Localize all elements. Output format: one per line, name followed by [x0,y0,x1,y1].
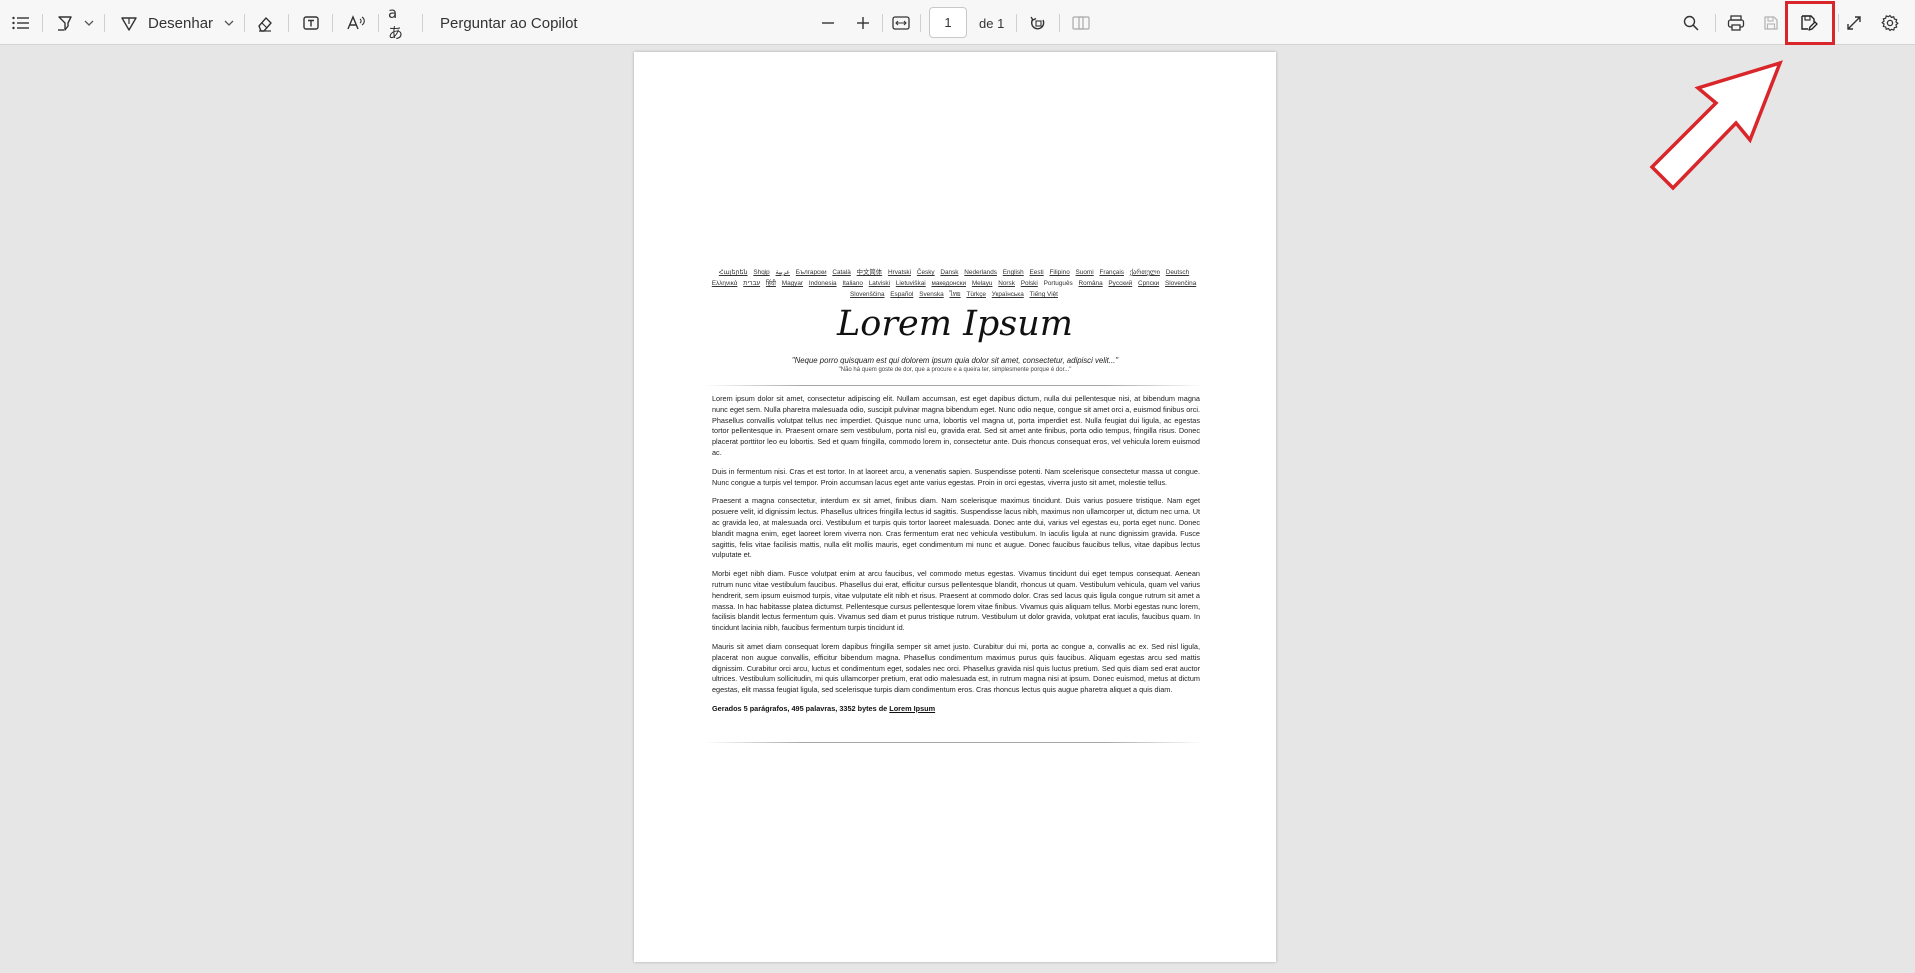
chevron-down-icon[interactable] [82,10,96,36]
divider [704,385,1204,386]
toolbar-divider [332,14,333,32]
lorem-ipsum-link[interactable]: Lorem Ipsum [889,704,935,713]
language-link[interactable]: Polski [1021,280,1038,287]
language-link[interactable]: Italiano [842,280,863,287]
language-link[interactable]: Indonesia [809,280,837,287]
language-link[interactable]: 中文简体 [857,269,883,276]
language-link: Português [1043,280,1073,287]
language-link[interactable]: Eesti [1030,269,1044,276]
toolbar-divider [378,14,379,32]
language-link[interactable]: Български [796,269,827,276]
draw-icon [120,14,138,32]
draw-chevron-down-icon[interactable] [222,10,236,36]
divider [704,742,1204,743]
language-link[interactable]: Latviski [869,280,890,287]
print-icon[interactable] [1725,10,1747,36]
language-link[interactable]: Српски [1138,280,1159,287]
language-link[interactable]: Česky [917,269,935,276]
language-link[interactable]: Pyccкий [1108,280,1132,287]
language-link[interactable]: English [1003,269,1024,276]
save-as-highlight-box [1785,1,1835,45]
language-link[interactable]: Slovenčina [1165,280,1196,287]
document-title: Lorem Ipsum [837,304,1073,344]
generated-summary: Gerados 5 parágrafos, 495 palavras, 3352… [712,704,1200,715]
toolbar-divider [288,14,289,32]
language-link[interactable]: Deutsch [1166,269,1189,276]
language-link[interactable]: ไทย [949,291,960,298]
language-link[interactable]: Ελληνικά [712,280,738,287]
language-link[interactable]: Հայերեն [719,269,748,276]
language-link[interactable]: Español [890,291,913,298]
annotation-arrow [1649,60,1783,191]
rotate-icon[interactable] [1027,10,1049,36]
language-link[interactable]: Suomi [1076,269,1094,276]
toolbar-divider [1715,14,1716,32]
language-link[interactable]: Filipino [1050,269,1070,276]
read-aloud-icon[interactable] [344,10,368,36]
toolbar-divider [244,14,245,32]
fit-page-icon[interactable] [890,10,912,36]
search-icon[interactable] [1680,10,1702,36]
language-link[interactable]: עברית [743,280,760,287]
language-link[interactable]: हिंदी [766,280,776,287]
language-link[interactable]: Svenska [919,291,944,298]
settings-icon[interactable] [1879,10,1901,36]
language-link[interactable]: Magyar [782,280,803,287]
language-link[interactable]: Hrvatski [888,269,911,276]
page-count-label: de 1 [979,16,1005,31]
toolbar-divider [1059,14,1060,32]
language-link[interactable]: ქართული [1130,269,1160,276]
highlight-icon[interactable] [54,10,76,36]
generated-summary-text: Gerados 5 parágrafos, 495 palavras, 3352… [712,703,888,713]
paragraph: Morbi eget nibh diam. Fusce volutpat eni… [712,569,1200,633]
toolbar-divider [920,14,921,32]
paragraph: Mauris sit amet diam consequat lorem dap… [712,641,1200,695]
document-quote: "Neque porro quisquam est qui dolorem ip… [791,356,1119,365]
language-link[interactable]: Slovenščina [850,291,884,298]
language-link[interactable]: Româna [1078,280,1102,287]
language-link[interactable]: Melayu [972,280,993,287]
translate-icon[interactable]: aあ [388,4,412,42]
language-link[interactable]: Norsk [998,280,1015,287]
language-link[interactable]: Lietuviškai [896,280,926,287]
toolbar-divider [882,14,883,32]
draw-label: Desenhar [148,14,214,32]
page-number-input[interactable] [929,7,967,38]
document-body: Lorem ipsum dolor sit amet, consectetur … [712,394,1200,715]
pdf-toolbar: Desenhar aあ Perguntar ao Copilot de 1 [0,0,1915,45]
language-link[interactable]: Català [832,269,850,276]
language-link[interactable]: عربية [776,269,790,276]
contents-icon[interactable] [10,10,32,36]
zoom-out-icon[interactable] [818,10,838,36]
paragraph: Lorem ipsum dolor sit amet, consectetur … [712,394,1200,457]
zoom-in-icon[interactable] [853,10,873,36]
paragraph: Praesent a magna consectetur, interdum e… [712,496,1200,560]
language-link[interactable]: Nederlands [964,269,997,276]
toolbar-divider [422,14,423,32]
document-quote-translation: "Não há quem goste de dor, que a procure… [838,367,1072,373]
draw-button[interactable]: Desenhar [120,10,220,36]
language-link[interactable]: Shqip [753,269,769,276]
language-link[interactable]: Dansk [940,269,958,276]
toolbar-divider [1838,14,1839,32]
language-link[interactable]: Français [1099,269,1124,276]
eraser-icon[interactable] [254,10,276,36]
toolbar-divider [42,14,43,32]
language-link[interactable]: Tiếng Việt [1030,291,1058,298]
save-icon[interactable] [1760,10,1782,36]
text-box-icon[interactable] [300,10,322,36]
language-link[interactable]: Türkçe [966,291,986,298]
fullscreen-icon[interactable] [1843,10,1865,36]
paragraph: Duis in fermentum nisi. Cras et est tort… [712,466,1200,487]
toolbar-divider [104,14,105,32]
language-link[interactable]: македонски [931,280,966,287]
language-links: Հայերեն Shqip عربية Български Català 中文简… [709,267,1199,300]
ask-copilot-button[interactable]: Perguntar ao Copilot [440,10,580,36]
page-view-icon[interactable] [1070,10,1092,36]
pdf-page: Հայերեն Shqip عربية Български Català 中文简… [634,52,1276,962]
language-link[interactable]: Українська [992,291,1024,298]
toolbar-divider [1016,14,1017,32]
ask-copilot-label: Perguntar ao Copilot [440,14,578,32]
